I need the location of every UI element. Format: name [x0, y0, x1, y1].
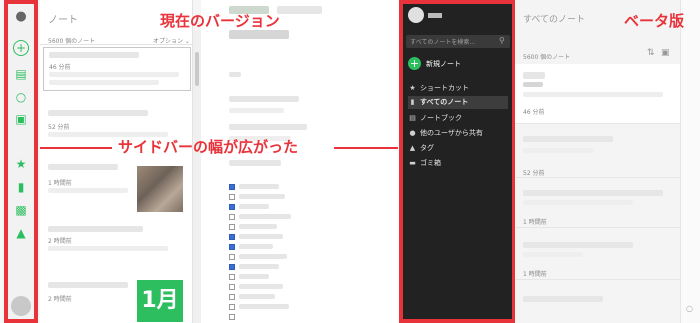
list-item[interactable]: 2 時間前 — [43, 222, 191, 262]
callout-line-right — [334, 147, 398, 149]
note-time: 1 時間前 — [523, 271, 547, 278]
note-time: 1 時間前 — [48, 180, 72, 187]
list-item[interactable]: 1 時間前 — [515, 236, 680, 280]
reminder-icon[interactable]: ○ — [686, 304, 693, 313]
list-item[interactable]: 1 時間前 — [43, 160, 191, 216]
list-item[interactable]: 2 時間前 1月 — [43, 278, 191, 322]
checkbox[interactable] — [229, 274, 235, 280]
checkbox[interactable] — [229, 224, 235, 230]
scrollbar[interactable] — [193, 30, 201, 323]
note-time: 46 分前 — [523, 109, 545, 116]
checkbox-checked[interactable] — [229, 184, 235, 190]
checkbox[interactable] — [229, 294, 235, 300]
checkbox[interactable] — [229, 314, 235, 320]
old-list-title: ノート — [48, 15, 78, 26]
note-thumbnail-image — [137, 166, 183, 212]
checkbox[interactable] — [229, 254, 235, 260]
checkbox[interactable] — [229, 304, 235, 310]
checkbox-checked[interactable] — [229, 204, 235, 210]
callout-line-left — [40, 147, 112, 149]
old-note-list: ノート 5600 個のノート オプション ⌄ 46 分前 52 分前 1 時間前… — [40, 0, 193, 323]
note-time: 52 分前 — [523, 170, 545, 177]
editor-edge: ○ — [680, 0, 700, 323]
list-item[interactable]: 1 時間前 — [515, 184, 680, 228]
note-time: 46 分前 — [49, 64, 71, 71]
note-time: 2 時間前 — [48, 296, 72, 303]
list-item[interactable] — [515, 290, 680, 323]
list-item-selected[interactable]: 46 分前 — [515, 64, 680, 124]
lock-icon[interactable]: ▣ — [661, 48, 670, 58]
divider — [40, 44, 193, 45]
checkbox[interactable] — [229, 284, 235, 290]
beta-version-label: ベータ版 — [624, 12, 685, 30]
beta-sidebar-highlight-box — [399, 0, 516, 323]
current-version-app: ● + ▤ ○ ▣ ★ ▮ ▩ ▲ ノート 5600 個のノート オプション ⌄… — [0, 0, 330, 323]
sort-icon[interactable]: ⇅ — [647, 48, 655, 58]
current-version-label: 現在のバージョン — [160, 12, 280, 30]
note-time: 1 時間前 — [523, 219, 547, 226]
calendar-thumbnail: 1月 — [137, 280, 183, 322]
list-item[interactable]: 52 分前 — [515, 130, 680, 178]
old-sidebar-highlight-box — [4, 0, 38, 323]
beta-note-count: 5600 個のノート — [523, 54, 571, 61]
checkbox[interactable] — [229, 194, 235, 200]
list-item-selected[interactable]: 46 分前 — [43, 47, 191, 91]
checkbox-checked[interactable] — [229, 234, 235, 240]
checkbox-checked[interactable] — [229, 264, 235, 270]
sidebar-wider-label: サイドバーの幅が広がった — [118, 138, 299, 156]
checkbox[interactable] — [229, 214, 235, 220]
note-time: 2 時間前 — [48, 238, 72, 245]
note-time: 52 分前 — [48, 124, 70, 131]
beta-list-title: すべてのノート — [523, 15, 586, 25]
beta-note-list: すべてのノート 5600 個のノート ⇅ ▣ 46 分前 52 分前 1 時間前… — [515, 0, 700, 323]
checkbox-checked[interactable] — [229, 244, 235, 250]
